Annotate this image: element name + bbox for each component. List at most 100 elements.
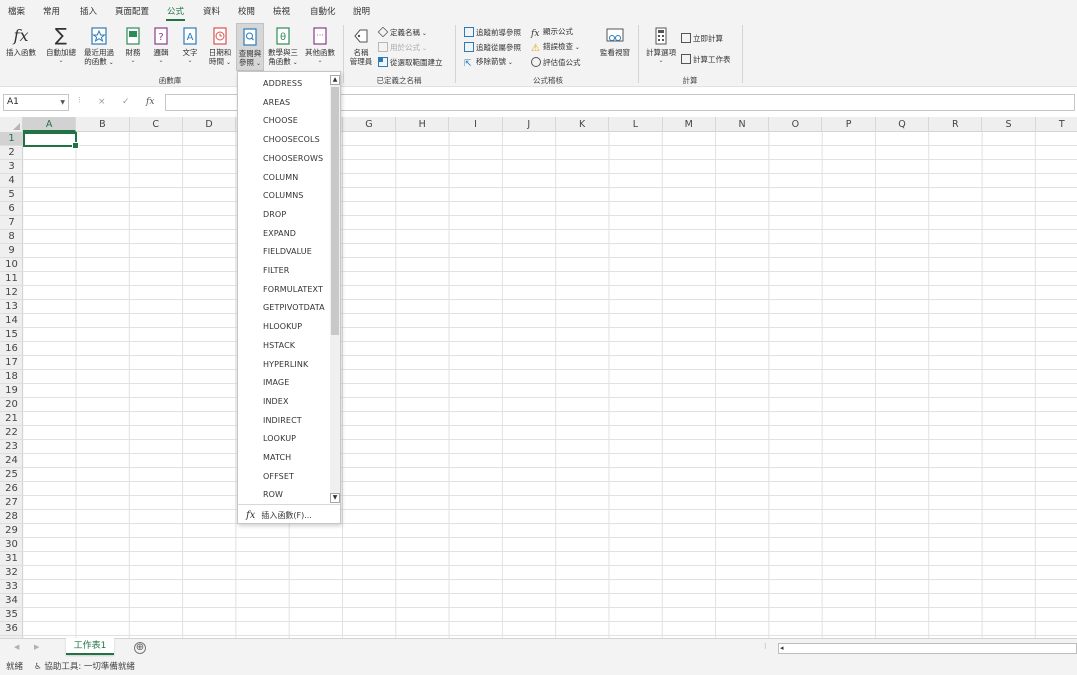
row-header[interactable]: 13 xyxy=(0,300,23,314)
function-menu-item[interactable]: INDEX xyxy=(263,397,289,407)
column-header[interactable]: M xyxy=(663,117,716,132)
menu-tab[interactable]: 檔案 xyxy=(8,5,25,17)
recently-used-button[interactable]: 最近用過 的函數 ⌄ xyxy=(82,26,116,67)
function-menu-item[interactable]: HYPERLINK xyxy=(263,360,308,370)
function-menu-item[interactable]: GETPIVOTDATA xyxy=(263,303,325,313)
column-header[interactable]: L xyxy=(609,117,663,132)
dropdown-scrollbar[interactable]: ▲ ▼ xyxy=(330,75,340,503)
function-menu-item[interactable]: ADDRESS xyxy=(263,79,302,89)
row-header[interactable]: 2 xyxy=(0,146,23,160)
function-menu-item[interactable]: DROP xyxy=(263,210,286,220)
column-header[interactable]: B xyxy=(76,117,130,132)
active-cell[interactable] xyxy=(23,132,79,149)
row-header[interactable]: 22 xyxy=(0,426,23,440)
column-header[interactable]: S xyxy=(982,117,1036,132)
trace-dependents-button[interactable]: 追蹤從屬參照 xyxy=(464,42,521,53)
calculation-options-button[interactable]: 計算選項 ⌄ xyxy=(643,26,679,64)
menu-tab[interactable]: 資料 xyxy=(203,5,220,17)
use-in-formula-button[interactable]: 用於公式 ⌄ xyxy=(378,42,427,54)
function-menu-item[interactable]: OFFSET xyxy=(263,472,294,482)
row-header[interactable]: 17 xyxy=(0,356,23,370)
add-sheet-icon[interactable]: ⊕ xyxy=(134,642,146,654)
row-header[interactable]: 15 xyxy=(0,328,23,342)
menu-tab[interactable]: 說明 xyxy=(353,5,370,17)
scroll-split-handle[interactable]: ⁝ xyxy=(764,642,767,651)
function-menu-item[interactable]: COLUMNS xyxy=(263,191,303,201)
function-menu-item[interactable]: FIELDVALUE xyxy=(263,247,312,257)
function-menu-item[interactable]: AREAS xyxy=(263,98,290,108)
name-manager-button[interactable]: 名稱 管理員 xyxy=(347,26,375,66)
column-header[interactable]: N xyxy=(716,117,770,132)
menu-tab[interactable]: 校閱 xyxy=(238,5,255,17)
column-header[interactable]: I xyxy=(449,117,503,132)
menu-tab[interactable]: 頁面配置 xyxy=(115,5,149,17)
select-all-button[interactable] xyxy=(0,117,23,132)
row-header[interactable]: 36 xyxy=(0,622,23,636)
row-header[interactable]: 27 xyxy=(0,496,23,510)
cell-grid[interactable] xyxy=(23,132,1077,638)
column-header[interactable]: G xyxy=(343,117,397,132)
function-menu-item[interactable]: EXPAND xyxy=(263,229,296,239)
math-trig-button[interactable]: θ 數學與三 角函數 ⌄ xyxy=(267,26,299,67)
financial-button[interactable]: 財務 ⌄ xyxy=(122,26,144,64)
error-checking-button[interactable]: ⚠ 錯誤檢查 ⌄ xyxy=(531,42,580,54)
menu-tab[interactable]: 公式 xyxy=(165,5,186,21)
row-header[interactable]: 9 xyxy=(0,244,23,258)
row-header[interactable]: 19 xyxy=(0,384,23,398)
datetime-button[interactable]: 日期和 時間 ⌄ xyxy=(207,26,233,67)
function-menu-item[interactable]: HSTACK xyxy=(263,341,295,351)
column-header[interactable]: D xyxy=(183,117,237,132)
row-header[interactable]: 32 xyxy=(0,566,23,580)
row-header[interactable]: 34 xyxy=(0,594,23,608)
function-menu-item[interactable]: ROW xyxy=(263,490,283,500)
insert-function-icon[interactable]: fx xyxy=(146,97,154,107)
row-header[interactable]: 31 xyxy=(0,552,23,566)
row-header[interactable]: 24 xyxy=(0,454,23,468)
function-menu-item[interactable]: IMAGE xyxy=(263,378,289,388)
function-menu-item[interactable]: LOOKUP xyxy=(263,434,296,444)
column-header[interactable]: K xyxy=(556,117,610,132)
row-header[interactable]: 30 xyxy=(0,538,23,552)
scroll-up-icon[interactable]: ▲ xyxy=(330,75,340,85)
calculate-sheet-button[interactable]: 計算工作表 xyxy=(681,54,731,65)
show-formulas-button[interactable]: fx 顯示公式 xyxy=(531,27,573,39)
remove-arrows-button[interactable]: ⇱ 移除箭號 ⌄ xyxy=(464,57,513,69)
row-header[interactable]: 8 xyxy=(0,230,23,244)
column-header[interactable]: T xyxy=(1036,117,1077,132)
column-header[interactable]: P xyxy=(823,117,876,132)
enter-icon[interactable]: ✓ xyxy=(122,97,130,107)
name-box[interactable]: A1 ▼ xyxy=(3,94,69,111)
function-menu-item[interactable]: FORMULATEXT xyxy=(263,285,323,295)
logical-button[interactable]: ? 邏輯 ⌄ xyxy=(150,26,172,64)
insert-function-menu-item[interactable]: fx 插入函數(F)... xyxy=(246,510,312,521)
column-header[interactable]: R xyxy=(929,117,983,132)
column-header[interactable]: H xyxy=(396,117,450,132)
function-menu-item[interactable]: CHOOSE xyxy=(263,116,298,126)
row-header[interactable]: 25 xyxy=(0,468,23,482)
column-header[interactable]: A xyxy=(23,117,77,132)
lookup-reference-button[interactable]: 查閱與 參照 ⌄ xyxy=(236,23,264,71)
menu-tab[interactable]: 自動化 xyxy=(310,5,336,17)
calculate-now-button[interactable]: 立即計算 xyxy=(681,33,723,44)
evaluate-formula-button[interactable]: 評估值公式 xyxy=(531,57,581,68)
row-header[interactable]: 23 xyxy=(0,440,23,454)
watch-window-button[interactable]: 監看視窗 xyxy=(597,26,633,57)
insert-function-button[interactable]: fx 插入函數 xyxy=(4,26,38,57)
accessibility-status[interactable]: ♿ 協助工具: 一切準備就緒 xyxy=(34,660,135,672)
row-header[interactable]: 29 xyxy=(0,524,23,538)
menu-tab[interactable]: 檢視 xyxy=(273,5,290,17)
row-header[interactable]: 7 xyxy=(0,216,23,230)
column-header[interactable]: J xyxy=(503,117,556,132)
scrollbar-thumb[interactable] xyxy=(331,87,339,335)
row-header[interactable]: 28 xyxy=(0,510,23,524)
menu-tab[interactable]: 插入 xyxy=(80,5,97,17)
define-name-button[interactable]: 定義名稱 ⌄ xyxy=(377,26,427,39)
sheet-tab[interactable]: 工作表1 xyxy=(66,638,114,655)
row-header[interactable]: 5 xyxy=(0,188,23,202)
row-header[interactable]: 11 xyxy=(0,272,23,286)
trace-precedents-button[interactable]: 追蹤前導參照 xyxy=(464,27,521,38)
create-from-selection-button[interactable]: 從選取範圍建立 xyxy=(378,57,443,68)
cancel-icon[interactable]: × xyxy=(98,97,106,107)
row-header[interactable]: 14 xyxy=(0,314,23,328)
row-header[interactable]: 3 xyxy=(0,160,23,174)
